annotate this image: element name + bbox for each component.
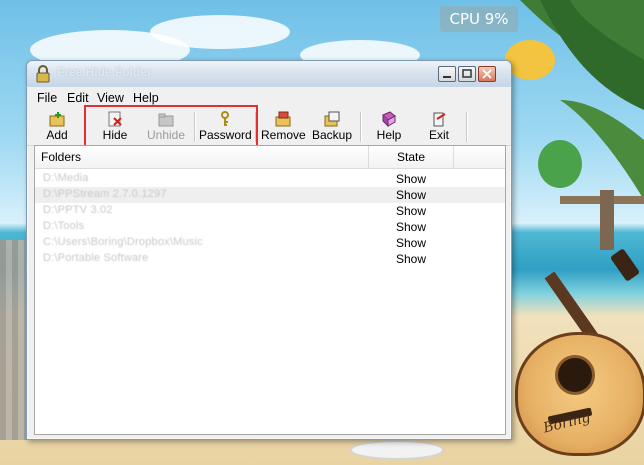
- remove-folder-icon: [275, 111, 291, 127]
- menu-help[interactable]: Help: [133, 91, 159, 105]
- folder-path: D:\PPStream 2.7.0.1297: [43, 188, 167, 200]
- remove-button[interactable]: Remove: [261, 108, 306, 144]
- table-row[interactable]: C:\Users\Boring\Dropbox\Music Show: [35, 235, 505, 251]
- menu-edit[interactable]: Edit: [67, 91, 89, 105]
- folder-state: Show: [396, 220, 427, 234]
- folder-path: D:\Tools: [43, 220, 85, 232]
- green-bird: [538, 140, 582, 188]
- sandals: [350, 440, 444, 460]
- folder-state: Show: [396, 204, 427, 218]
- folder-path: D:\Media: [43, 172, 89, 184]
- help-book-icon: [382, 111, 396, 127]
- exit-button[interactable]: Exit: [423, 108, 455, 144]
- table-row[interactable]: D:\PPStream 2.7.0.1297 Show: [35, 187, 505, 203]
- folder-state: Show: [396, 236, 427, 250]
- folders-list[interactable]: Folders State D:\Media Show D:\PPStream …: [34, 145, 506, 435]
- guitar-head: [609, 248, 641, 282]
- folder-state: Show: [396, 252, 427, 266]
- minimize-button[interactable]: [438, 66, 456, 82]
- folder-state: Show: [396, 172, 427, 186]
- folder-path: D:\PPTV 3.02: [43, 204, 113, 216]
- toolbar-separator: [360, 112, 362, 142]
- guitar-soundhole: [555, 355, 595, 395]
- title-bar[interactable]: Free Hide Folder: [27, 61, 511, 87]
- backup-button[interactable]: Backup: [311, 108, 353, 144]
- backup-icon: [324, 111, 340, 127]
- table-row[interactable]: D:\Tools Show: [35, 219, 505, 235]
- folder-path: D:\Portable Software: [43, 252, 149, 264]
- menu-view[interactable]: View: [97, 91, 124, 105]
- window-title: Free Hide Folder: [57, 65, 152, 79]
- maximize-button[interactable]: [458, 66, 476, 82]
- toolbar-separator: [466, 112, 468, 142]
- highlight-box: [84, 105, 258, 147]
- table-row[interactable]: D:\Media Show: [35, 171, 505, 187]
- add-folder-icon: [49, 112, 65, 127]
- cloud: [150, 15, 290, 49]
- padlock-icon: [36, 65, 50, 83]
- app-window: Free Hide Folder File Edit View Help Add: [26, 60, 512, 440]
- list-header: Folders State: [35, 146, 505, 169]
- maximize-icon: [462, 69, 472, 78]
- close-icon: [482, 69, 492, 79]
- add-button[interactable]: Add: [37, 108, 77, 144]
- column-divider[interactable]: [453, 146, 454, 168]
- folder-state: Show: [396, 188, 427, 202]
- folder-path: C:\Users\Boring\Dropbox\Music: [43, 236, 203, 248]
- column-divider[interactable]: [368, 146, 369, 168]
- dock-post: [600, 190, 614, 250]
- menu-file[interactable]: File: [37, 91, 57, 105]
- table-row[interactable]: D:\PPTV 3.02 Show: [35, 203, 505, 219]
- table-row[interactable]: D:\Portable Software Show: [35, 251, 505, 267]
- column-header-state[interactable]: State: [397, 150, 425, 164]
- help-button[interactable]: Help: [371, 108, 407, 144]
- close-button[interactable]: [478, 66, 496, 82]
- minimize-icon: [443, 76, 451, 78]
- cpu-meter-widget[interactable]: CPU 9%: [440, 6, 518, 32]
- yellow-bird: [505, 40, 555, 80]
- column-header-folders[interactable]: Folders: [41, 150, 81, 164]
- exit-icon: [433, 112, 446, 127]
